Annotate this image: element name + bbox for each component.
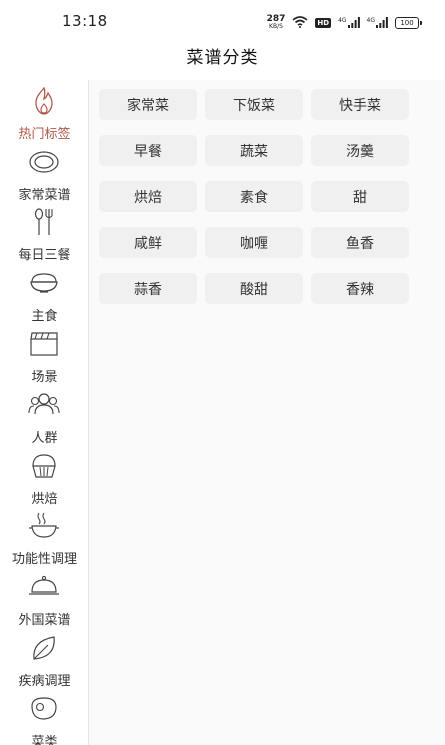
network-speed: 287 KB/S <box>266 13 286 30</box>
network-speed-value: 287 <box>266 13 286 24</box>
signal-2-label: 4G <box>366 17 375 24</box>
sidebar-item-scene[interactable]: 场景 <box>0 329 89 385</box>
status-time: 13:18 <box>62 12 108 30</box>
tag-chip[interactable]: 下饭菜 <box>205 89 303 120</box>
page-title: 菜谱分类 <box>186 48 259 68</box>
sidebar-item-foreign-recipes[interactable]: 外国菜谱 <box>0 572 89 628</box>
signal-icon-2: 4G <box>367 17 388 28</box>
tag-chip[interactable]: 鱼香 <box>311 227 409 258</box>
tag-chip[interactable]: 烘焙 <box>99 181 197 212</box>
sidebar-item-label: 菜类 <box>31 735 58 745</box>
sidebar-item-label: 热门标签 <box>18 127 71 142</box>
sidebar-item-label: 功能性调理 <box>11 552 77 567</box>
sidebar-item-label: 烘焙 <box>31 492 58 507</box>
tag-chip[interactable]: 家常菜 <box>99 89 197 120</box>
sidebar-item-label: 主食 <box>31 309 58 324</box>
sidebar-item-functional-diet[interactable]: 功能性调理 <box>0 510 89 567</box>
tag-chip[interactable]: 蒜香 <box>99 273 197 304</box>
fork-spoon-icon <box>28 207 60 237</box>
tag-chip[interactable]: 早餐 <box>99 135 197 166</box>
sidebar-item-label: 疾病调理 <box>18 674 71 689</box>
plate-icon <box>28 147 60 177</box>
status-icons: 287 KB/S HD 4G 4G 100 <box>266 13 422 32</box>
tag-chip[interactable]: 咸鲜 <box>99 227 197 258</box>
sidebar-item-staple-food[interactable]: 主食 <box>0 268 89 324</box>
signal-icon-1: 4G <box>338 17 360 28</box>
tag-chip[interactable]: 甜 <box>311 181 409 212</box>
sidebar-item-label: 人群 <box>31 431 58 446</box>
people-icon <box>28 390 60 420</box>
sidebar-item-label: 外国菜谱 <box>18 613 71 628</box>
sidebar-item-disease-diet[interactable]: 疾病调理 <box>0 633 89 689</box>
signal-1-label: 4G <box>338 17 347 24</box>
cloche-icon <box>28 572 60 602</box>
rice-bowl-icon <box>28 268 60 298</box>
sidebar-item-baking[interactable]: 烘焙 <box>0 451 89 507</box>
steaming-pot-icon <box>28 510 60 540</box>
sidebar-item-hot-tags[interactable]: 热门标签 <box>0 86 89 142</box>
battery-icon: 100 <box>395 16 422 29</box>
tag-chip[interactable]: 酸甜 <box>205 273 303 304</box>
hd-badge: HD <box>315 17 332 28</box>
tag-chip[interactable]: 素食 <box>205 181 303 212</box>
clapperboard-icon <box>28 329 60 359</box>
bread-icon <box>28 451 60 481</box>
status-bar: 13:18 287 KB/S HD 4G 4G 100 <box>0 0 445 42</box>
wifi-icon <box>292 13 308 32</box>
tag-grid: 家常菜 下饭菜 快手菜 早餐 蔬菜 汤羹 烘焙 素食 甜 咸鲜 咖喱 鱼香 蒜香… <box>89 80 445 745</box>
leaf-icon <box>28 633 60 663</box>
fire-icon <box>28 86 60 116</box>
sidebar-item-people[interactable]: 人群 <box>0 390 89 446</box>
sidebar-item-dish-type[interactable]: 菜类 <box>0 694 89 745</box>
network-speed-unit: KB/S <box>269 22 283 30</box>
sidebar-item-home-recipes[interactable]: 家常菜谱 <box>0 147 89 203</box>
sidebar-item-label: 家常菜谱 <box>18 188 71 203</box>
tag-chip[interactable]: 蔬菜 <box>205 135 303 166</box>
tag-chip[interactable]: 快手菜 <box>311 89 409 120</box>
nav-bar: 菜谱分类 <box>0 42 445 80</box>
tag-chip[interactable]: 咖喱 <box>205 227 303 258</box>
sidebar-item-label: 场景 <box>31 370 58 385</box>
sidebar-item-three-meals[interactable]: 每日三餐 <box>0 207 89 263</box>
tag-chip[interactable]: 汤羹 <box>311 135 409 166</box>
tag-chip[interactable]: 香辣 <box>311 273 409 304</box>
battery-level: 100 <box>400 18 414 27</box>
steak-icon <box>28 694 60 724</box>
sidebar-item-label: 每日三餐 <box>18 248 71 263</box>
category-sidebar: 热门标签 家常菜谱 每日三餐 主食 场景 人群 烘焙 功能性调理 外国菜谱 疾病… <box>0 80 89 745</box>
